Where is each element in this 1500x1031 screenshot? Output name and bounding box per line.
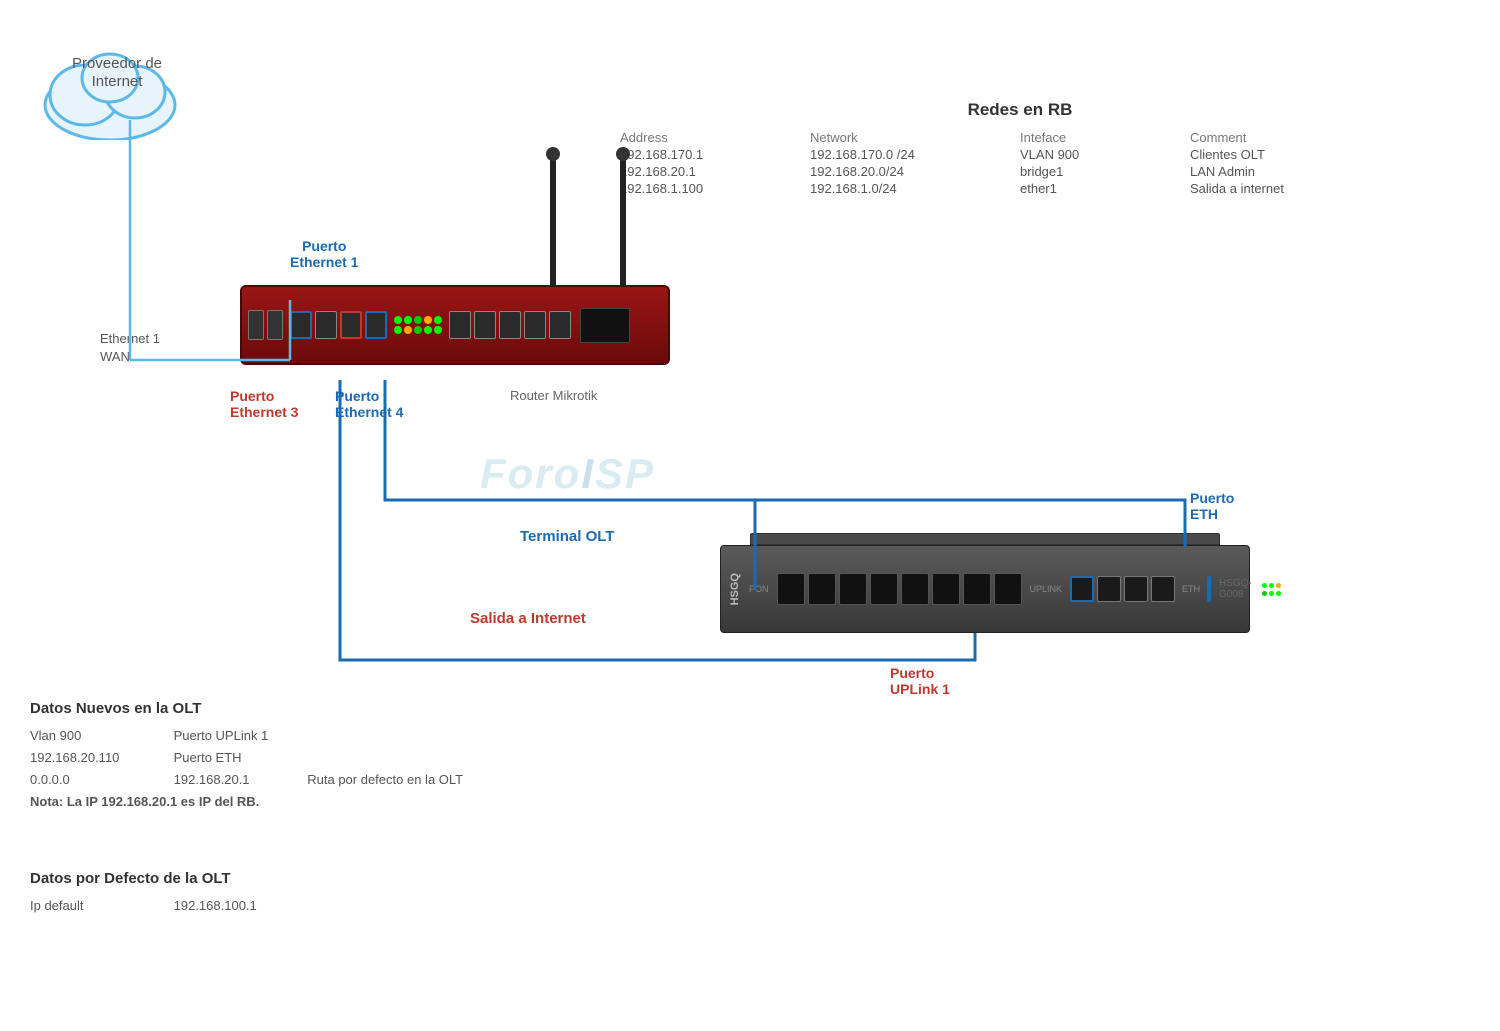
row2-comment: LAN Admin <box>1190 164 1390 179</box>
col-header-comment: Comment <box>1190 130 1390 145</box>
router-mikrotik-label: Router Mikrotik <box>510 388 597 403</box>
datos-defecto-title: Datos por Defecto de la OLT <box>30 870 257 887</box>
col-header-network: Network <box>810 130 1010 145</box>
salida-internet-label: Salida a Internet <box>470 610 586 627</box>
row2-network: 192.168.20.0/24 <box>810 164 1010 179</box>
col-header-address: Address <box>620 130 800 145</box>
row1-comment: Clientes OLT <box>1190 147 1390 162</box>
datos-nuevos-box: Datos Nuevos en la OLT Vlan 900 Puerto U… <box>30 700 463 813</box>
dn-row3-col3: Ruta por defecto en la OLT <box>307 772 463 787</box>
row3-network: 192.168.1.0/24 <box>810 181 1010 196</box>
dn-row2-col2: Puerto ETH <box>174 750 242 765</box>
foro-watermark: ForoISP <box>480 450 655 498</box>
dn-row2-col1: 192.168.20.110 <box>30 747 170 769</box>
datos-defecto-rows: Ip default 192.168.100.1 <box>30 895 257 917</box>
datos-defecto-box: Datos por Defecto de la OLT Ip default 1… <box>30 870 257 917</box>
dn-row3-col1: 0.0.0.0 <box>30 769 170 791</box>
table-title: Redes en RB <box>620 100 1420 120</box>
dn-row1-col1: Vlan 900 <box>30 725 170 747</box>
puerto-eth4-label: PuertoEthernet 4 <box>335 388 403 420</box>
redes-table: Redes en RB Address Network Inteface Com… <box>620 100 1420 196</box>
row2-address: 192.168.20.1 <box>620 164 800 179</box>
table-grid: Address Network Inteface Comment 192.168… <box>620 130 1420 196</box>
datos-nuevos-rows: Vlan 900 Puerto UPLink 1 192.168.20.110 … <box>30 725 463 813</box>
row3-inteface: ether1 <box>1020 181 1180 196</box>
datos-nuevos-title: Datos Nuevos en la OLT <box>30 700 463 717</box>
puerto-eth3-label: PuertoEthernet 3 <box>230 388 298 420</box>
row1-inteface: VLAN 900 <box>1020 147 1180 162</box>
dn-row3-col2: 192.168.20.1 <box>174 769 304 791</box>
dn-row4-nota: Nota: La IP 192.168.20.1 es IP del RB. <box>30 794 259 809</box>
row3-comment: Salida a internet <box>1190 181 1390 196</box>
ethernet1-wan-label: Ethernet 1 WAN <box>100 330 160 366</box>
puerto-eth1-label: PuertoEthernet 1 <box>290 238 358 270</box>
cloud-label: Proveedor de Internet <box>42 55 192 91</box>
terminal-olt-label: Terminal OLT <box>520 528 614 545</box>
dd-row1-col1: Ip default <box>30 895 170 917</box>
row1-network: 192.168.170.0 /24 <box>810 147 1010 162</box>
dn-row1-col2: Puerto UPLink 1 <box>174 728 269 743</box>
olt-device: HSGQ PON UPLINK ETH HSGQ-G008 <box>720 545 1250 633</box>
row2-inteface: bridge1 <box>1020 164 1180 179</box>
dd-row1-col2: 192.168.100.1 <box>174 898 257 913</box>
row1-address: 192.168.170.1 <box>620 147 800 162</box>
row3-address: 192.168.1.100 <box>620 181 800 196</box>
col-header-inteface: Inteface <box>1020 130 1180 145</box>
puerto-uplink1-label: PuertoUPLink 1 <box>890 665 950 697</box>
puerto-eth-label: PuertoETH <box>1190 490 1234 522</box>
